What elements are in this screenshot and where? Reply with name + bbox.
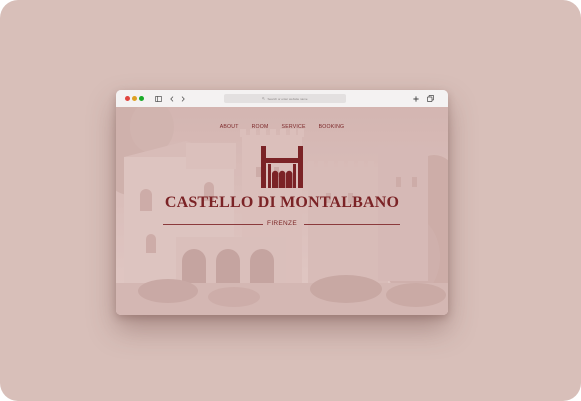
sidebar-icon[interactable] [154,93,163,104]
browser-toolbar: Search or enter website name [116,90,448,108]
search-icon [262,96,266,101]
nav-about-link[interactable]: ABOUT [220,124,239,130]
address-bar[interactable]: Search or enter website name [224,94,346,103]
site-title: CASTELLO DI MONTALBANO [164,194,400,211]
address-bar-placeholder: Search or enter website name [267,96,308,101]
nav-booking-link[interactable]: BOOKING [319,124,345,130]
castle-logo-icon [261,146,303,188]
forward-icon[interactable] [179,93,186,104]
nav-room-link[interactable]: ROOM [252,124,269,130]
close-window-button[interactable] [125,96,130,101]
website-hero: ABOUT ROOM SERVICE BOOKING CASTELLO DI M… [116,107,448,315]
maximize-window-button[interactable] [139,96,144,101]
minimize-window-button[interactable] [132,96,137,101]
presentation-background: Search or enter website name ABOUT ROOM … [0,0,581,401]
new-tab-icon[interactable] [412,93,420,104]
browser-window: Search or enter website name ABOUT ROOM … [116,90,448,315]
nav-service-link[interactable]: SERVICE [282,124,306,130]
site-navigation: ABOUT ROOM SERVICE BOOKING [116,124,448,130]
tabs-overview-icon[interactable] [426,93,435,104]
back-icon[interactable] [168,93,175,104]
title-divider-right [304,224,400,225]
